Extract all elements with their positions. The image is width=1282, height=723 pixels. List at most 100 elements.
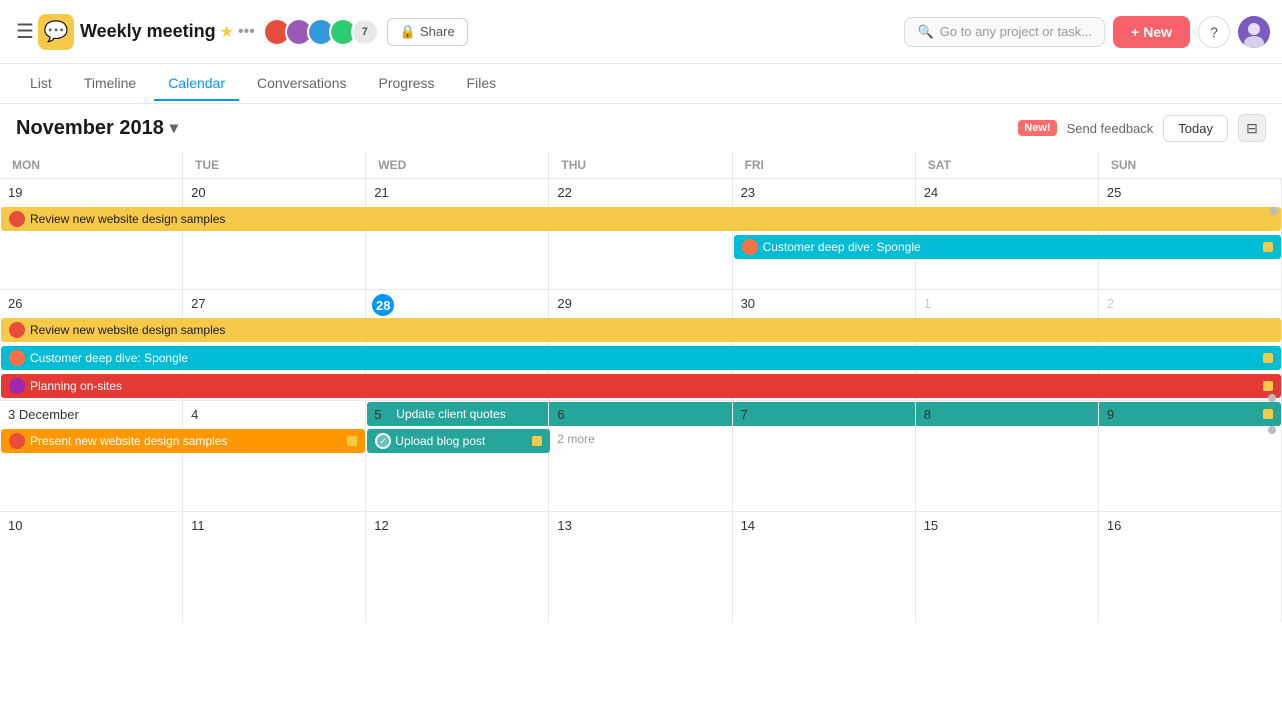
event-upload-blog-w3[interactable]: ✓ Upload blog post — [367, 429, 550, 453]
cell-dec7[interactable]: 7 — [733, 401, 916, 511]
day-num-12: 12 — [374, 518, 388, 533]
send-feedback-link[interactable]: Send feedback — [1067, 121, 1154, 136]
team-avatars: 7 — [263, 18, 379, 46]
day-header-sat: Sat — [916, 152, 1099, 178]
week-row-2: 26 27 28 29 30 1 2 Review new website de… — [0, 290, 1282, 401]
cell-nov20[interactable]: 20 — [183, 179, 366, 289]
cell-nov28[interactable]: 28 — [366, 290, 549, 400]
day-num-14: 14 — [741, 518, 755, 533]
day-num-8: 8 — [924, 407, 931, 422]
cell-nov25[interactable]: 25 — [1099, 179, 1282, 289]
day-num-26: 26 — [8, 296, 22, 311]
menu-button[interactable]: ☰ — [12, 15, 38, 48]
cell-nov27[interactable]: 27 — [183, 290, 366, 400]
tab-progress[interactable]: Progress — [365, 67, 449, 101]
calendar-header-right: New! Send feedback Today ⊟ — [1018, 114, 1266, 142]
calendar-header: November 2018 ▾ New! Send feedback Today… — [0, 104, 1282, 152]
cell-nov23[interactable]: 23 — [733, 179, 916, 289]
cell-nov29[interactable]: 29 — [549, 290, 732, 400]
tab-files[interactable]: Files — [453, 67, 511, 101]
month-text: November 2018 — [16, 117, 164, 140]
day-num-2: 2 — [1107, 296, 1114, 311]
new-badge: New! — [1018, 120, 1056, 136]
day-num-21: 21 — [374, 185, 388, 200]
day-num-9: 9 — [1107, 407, 1114, 422]
search-bar[interactable]: 🔍 Go to any project or task... — [904, 17, 1105, 47]
cell-nov24[interactable]: 24 — [916, 179, 1099, 289]
help-button[interactable]: ? — [1198, 16, 1230, 48]
cell-dec9[interactable]: 9 — [1099, 401, 1282, 511]
cell-dec10[interactable]: 10 — [0, 512, 183, 622]
day-num-7: 7 — [741, 407, 748, 422]
share-button[interactable]: 🔒 Share — [387, 18, 468, 46]
tab-calendar[interactable]: Calendar — [154, 67, 239, 101]
more-options-icon[interactable]: ••• — [238, 23, 255, 41]
cell-dec5[interactable]: 5 — [366, 401, 549, 511]
day-num-27: 27 — [191, 296, 205, 311]
cell-dec4[interactable]: 4 — [183, 401, 366, 511]
day-num-19: 19 — [8, 185, 22, 200]
day-num-3: 3 December — [8, 407, 79, 422]
event-label: Upload blog post — [395, 434, 485, 448]
day-num-16: 16 — [1107, 518, 1121, 533]
cell-dec6[interactable]: 6 — [549, 401, 732, 511]
day-num-22: 22 — [557, 185, 571, 200]
day-num-4: 4 — [191, 407, 198, 422]
cell-dec1[interactable]: 1 — [916, 290, 1099, 400]
today-button[interactable]: Today — [1163, 115, 1228, 142]
cell-dec3[interactable]: 3 December — [0, 401, 183, 511]
lock-icon: 🔒 — [400, 24, 416, 40]
app-icon-emoji: 💬 — [43, 19, 68, 44]
topbar-right: 🔍 Go to any project or task... + New ? — [904, 16, 1270, 48]
day-num-15: 15 — [924, 518, 938, 533]
user-avatar[interactable] — [1238, 16, 1270, 48]
avatar-count: 7 — [351, 18, 379, 46]
tab-conversations[interactable]: Conversations — [243, 67, 361, 101]
cell-nov26[interactable]: 26 — [0, 290, 183, 400]
cell-dec13[interactable]: 13 — [549, 512, 732, 622]
calendar-body: Mon Tue Wed Thu Fri Sat Sun 19 20 21 22 … — [0, 152, 1282, 622]
day-num-5: 5 — [374, 407, 381, 422]
new-button[interactable]: + New — [1113, 16, 1190, 48]
star-icon[interactable]: ★ — [220, 22, 234, 42]
day-header-sun: Sun — [1099, 152, 1282, 178]
tab-timeline[interactable]: Timeline — [70, 67, 150, 101]
app-icon: 💬 — [38, 14, 74, 50]
check-icon: ✓ — [375, 433, 391, 449]
search-icon: 🔍 — [917, 24, 933, 40]
topbar: ☰ 💬 Weekly meeting ★ ••• 7 🔒 Share 🔍 Go … — [0, 0, 1282, 64]
topbar-left: ☰ 💬 Weekly meeting ★ ••• 7 🔒 Share — [12, 14, 468, 50]
day-num-29: 29 — [557, 296, 571, 311]
cell-dec12[interactable]: 12 — [366, 512, 549, 622]
cell-dec2[interactable]: 2 — [1099, 290, 1282, 400]
nav-tabs: List Timeline Calendar Conversations Pro… — [0, 64, 1282, 104]
cell-dec11[interactable]: 11 — [183, 512, 366, 622]
cell-dec15[interactable]: 15 — [916, 512, 1099, 622]
day-num-23: 23 — [741, 185, 755, 200]
project-title: Weekly meeting — [80, 21, 216, 42]
chevron-down-icon[interactable]: ▾ — [170, 118, 178, 138]
view-toggle-button[interactable]: ⊟ — [1238, 114, 1266, 142]
cell-nov21[interactable]: 21 — [366, 179, 549, 289]
day-num-20: 20 — [191, 185, 205, 200]
cell-nov19[interactable]: 19 — [0, 179, 183, 289]
day-num-11: 11 — [191, 518, 205, 533]
month-title: November 2018 ▾ — [16, 117, 178, 140]
cell-dec14[interactable]: 14 — [733, 512, 916, 622]
share-label: Share — [420, 24, 455, 39]
day-num-30: 30 — [741, 296, 755, 311]
day-header-tue: Tue — [183, 152, 366, 178]
day-num-6: 6 — [557, 407, 564, 422]
day-header-wed: Wed — [366, 152, 549, 178]
day-header-thu: Thu — [549, 152, 732, 178]
day-num-25: 25 — [1107, 185, 1121, 200]
cell-dec8[interactable]: 8 — [916, 401, 1099, 511]
cell-dec16[interactable]: 16 — [1099, 512, 1282, 622]
cell-nov30[interactable]: 30 — [733, 290, 916, 400]
day-header-fri: Fri — [733, 152, 916, 178]
cell-nov22[interactable]: 22 — [549, 179, 732, 289]
week-row-4: 10 11 12 13 14 15 16 — [0, 512, 1282, 622]
tab-list[interactable]: List — [16, 67, 66, 101]
day-num-28: 28 — [372, 294, 394, 316]
day-headers: Mon Tue Wed Thu Fri Sat Sun — [0, 152, 1282, 179]
